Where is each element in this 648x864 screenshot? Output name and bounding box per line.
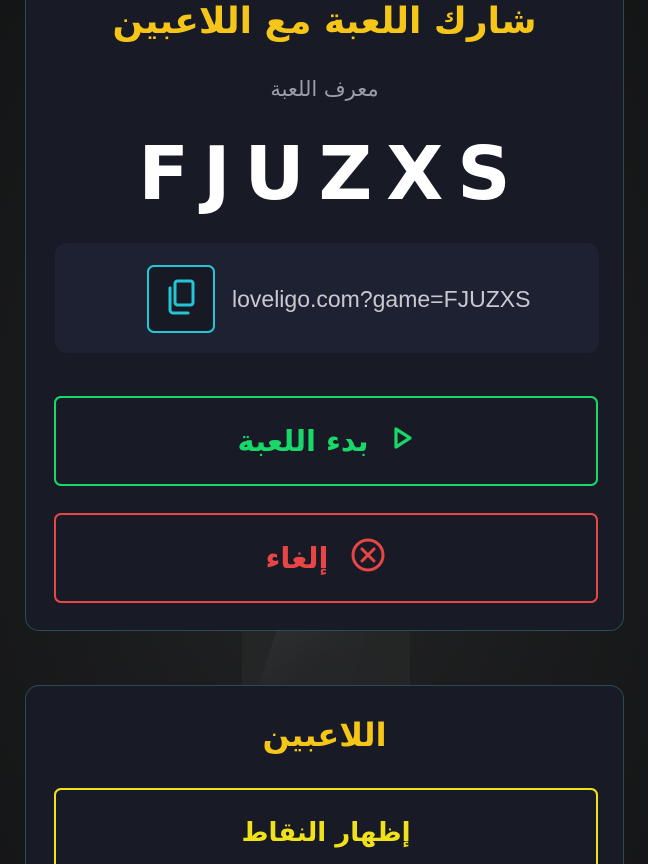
page: شارك اللعبة مع اللاعبين معرف اللعبة FJUZ… [0, 0, 648, 864]
cancel-label: إلغاء [265, 541, 329, 575]
players-title: اللاعبين [262, 716, 387, 754]
cancel-circle-x-icon [350, 537, 386, 580]
copy-link-button[interactable] [147, 265, 215, 333]
game-code: FJUZXS [138, 131, 525, 217]
cancel-button[interactable]: إلغاء [54, 513, 598, 603]
players-card: اللاعبين إظهار النقاط [25, 685, 624, 864]
share-link-text[interactable]: loveligo.com?game=FJUZXS [232, 284, 530, 314]
start-game-button[interactable]: بدء اللعبة [54, 396, 598, 486]
play-icon [391, 424, 415, 458]
start-game-label: بدء اللعبة [237, 424, 369, 458]
copy-icon [164, 278, 198, 320]
show-points-button[interactable]: إظهار النقاط [54, 788, 598, 864]
share-game-card: شارك اللعبة مع اللاعبين معرف اللعبة FJUZ… [25, 0, 624, 631]
game-id-label: معرف اللعبة [270, 77, 379, 101]
share-link-box: loveligo.com?game=FJUZXS [55, 243, 599, 353]
share-title: شارك اللعبة مع اللاعبين [112, 1, 537, 42]
